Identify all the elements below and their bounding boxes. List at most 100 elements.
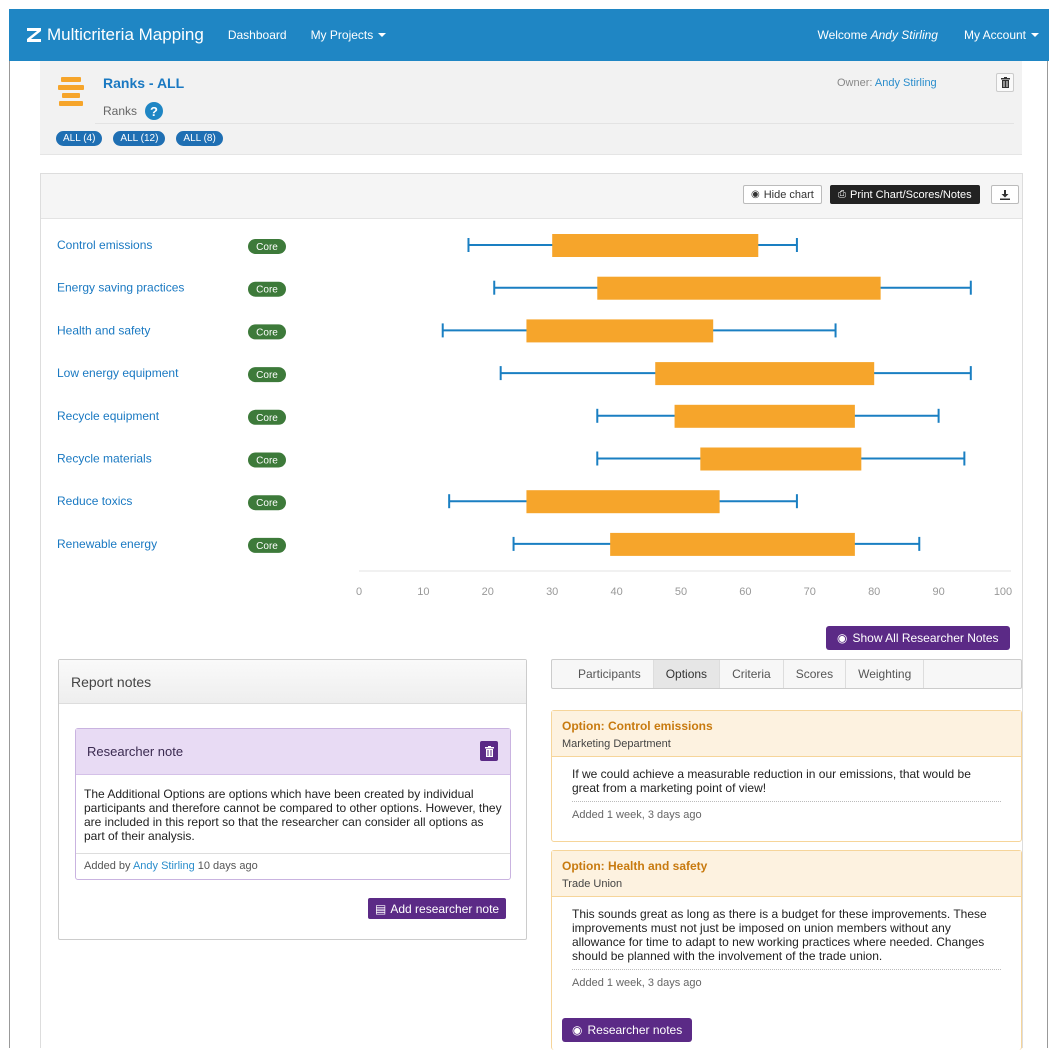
added-by-prefix: Added by — [84, 860, 131, 872]
filter-pill[interactable]: ALL (4) — [56, 131, 103, 146]
option-label[interactable]: Low energy equipment — [57, 366, 179, 380]
x-tick-label: 10 — [417, 586, 429, 598]
iqr-box — [526, 490, 720, 514]
comment-card: Option: Health and safety Trade Union Th… — [551, 850, 1022, 1050]
iqr-box — [700, 447, 862, 471]
caret-down-icon — [378, 33, 387, 37]
option-label[interactable]: Health and safety — [57, 323, 150, 337]
brand-link[interactable]: Multicriteria Mapping — [27, 25, 204, 45]
researcher-note-body: The Additional Options are options which… — [84, 787, 502, 843]
researcher-note-meta: Added by Andy Stirling 10 days ago — [76, 853, 510, 878]
owner-link[interactable]: Andy Stirling — [875, 77, 937, 89]
trash-icon — [484, 745, 494, 757]
hide-chart-label: Hide chart — [763, 188, 814, 201]
help-icon[interactable]: ? — [145, 102, 164, 120]
core-badge-label: Core — [256, 242, 278, 253]
researcher-note: Researcher note The Additional Options a… — [75, 728, 511, 880]
trash-icon — [1000, 77, 1010, 88]
core-badge-label: Core — [256, 370, 278, 381]
top-navbar: Multicriteria Mapping Dashboard My Proje… — [9, 9, 1049, 61]
iqr-box — [552, 234, 759, 257]
option-label[interactable]: Recycle materials — [57, 452, 152, 466]
page-subtitle: Ranks ? — [103, 102, 164, 120]
add-researcher-note-button[interactable]: ▤ Add researcher note — [368, 898, 507, 919]
eye-icon: ◉ — [837, 631, 848, 645]
delete-report-button[interactable] — [996, 73, 1014, 92]
x-tick-label: 80 — [868, 586, 880, 598]
download-button[interactable] — [991, 185, 1019, 204]
nav-my-projects-label: My Projects — [310, 28, 374, 42]
researcher-notes-label: Researcher notes — [587, 1023, 683, 1037]
hide-chart-button[interactable]: ◉ Hide chart — [743, 185, 822, 204]
comment-card-title: Option: Control emissions — [562, 719, 713, 733]
iqr-box — [526, 319, 714, 343]
iqr-box — [674, 404, 855, 428]
eye-icon: ◉ — [572, 1023, 583, 1037]
chart-panel: ◉ Hide chart ⎙ Print Chart/Scores/Notes … — [40, 173, 1023, 1050]
brand-name: Multicriteria Mapping — [47, 25, 204, 44]
subtitle-text: Ranks — [103, 104, 138, 118]
core-badge-label: Core — [256, 541, 278, 552]
print-icon: ⎙ — [838, 189, 846, 200]
eye-slash-icon: ◉ — [751, 189, 760, 200]
option-label[interactable]: Control emissions — [57, 238, 152, 252]
add-note-label: Add researcher note — [390, 901, 500, 916]
researcher-note-title: Researcher note — [76, 729, 510, 775]
option-label[interactable]: Energy saving practices — [57, 281, 184, 295]
filter-pill[interactable]: ALL (12) — [113, 131, 166, 146]
nav-dashboard[interactable]: Dashboard — [228, 28, 287, 42]
nav-my-account[interactable]: My Account — [964, 28, 1039, 42]
x-tick-label: 40 — [610, 586, 622, 598]
comment-card-body: If we could achieve a measurable reducti… — [552, 757, 1021, 830]
comment-card: Option: Control emissions Marketing Depa… — [551, 710, 1022, 842]
ranks-boxplot-chart: Control emissions Core Energy saving pract… — [57, 234, 1012, 598]
nav-my-account-label: My Account — [963, 28, 1026, 42]
page-title[interactable]: Ranks - ALL — [103, 75, 184, 91]
list-icon: ▤ — [375, 901, 387, 916]
header-divider — [95, 123, 1014, 124]
comment-meta: Added 1 week, 3 days ago — [572, 969, 1001, 998]
comment-meta: Added 1 week, 3 days ago — [572, 801, 1001, 830]
comment-text: If we could achieve a measurable reducti… — [572, 767, 971, 795]
ranks-icon — [58, 77, 84, 107]
core-badge-label: Core — [256, 413, 278, 424]
researcher-notes-button[interactable]: ◉ Researcher notes — [562, 1018, 693, 1042]
x-tick-label: 30 — [546, 586, 558, 598]
chart-toolbar: ◉ Hide chart ⎙ Print Chart/Scores/Notes — [41, 174, 1022, 219]
core-badge-label: Core — [256, 498, 278, 509]
core-badge-label: Core — [256, 456, 278, 467]
iqr-box — [610, 532, 855, 556]
comment-card-header: Option: Control emissions Marketing Depa… — [552, 711, 1021, 757]
print-button[interactable]: ⎙ Print Chart/Scores/Notes — [830, 185, 980, 204]
x-tick-label: 60 — [739, 586, 751, 598]
print-label: Print Chart/Scores/Notes — [850, 188, 972, 201]
filter-pills: ALL (4) ALL (12) ALL (8) — [56, 131, 223, 146]
brand-logo-icon — [27, 28, 41, 42]
iqr-box — [655, 362, 875, 386]
welcome-user: Andy Stirling — [870, 28, 938, 42]
nav-my-projects[interactable]: My Projects — [311, 28, 387, 42]
option-label[interactable]: Renewable energy — [57, 537, 157, 551]
tab-participants[interactable]: Participants — [566, 660, 654, 688]
option-label[interactable]: Recycle equipment — [57, 409, 160, 423]
tab-scores[interactable]: Scores — [784, 660, 847, 688]
tab-weighting[interactable]: Weighting — [846, 660, 925, 688]
comment-card-group: Trade Union — [562, 878, 623, 890]
owner-info: Owner: Andy Stirling — [837, 77, 937, 89]
tab-criteria[interactable]: Criteria — [720, 660, 784, 688]
comment-text: This sounds great as long as there is a … — [572, 907, 987, 963]
welcome-text: Welcome Andy Stirling — [817, 28, 938, 42]
option-label[interactable]: Reduce toxics — [57, 494, 132, 508]
x-tick-label: 100 — [994, 586, 1012, 598]
x-tick-label: 90 — [932, 586, 944, 598]
x-tick-label: 70 — [804, 586, 816, 598]
comment-card-header: Option: Health and safety Trade Union — [552, 851, 1021, 897]
added-by-suffix: 10 days ago — [197, 860, 258, 872]
detail-tabs: Participants Options Criteria Scores Wei… — [551, 659, 1022, 689]
added-by-link[interactable]: Andy Stirling — [133, 860, 195, 872]
tab-options[interactable]: Options — [653, 660, 721, 688]
delete-note-button[interactable] — [480, 741, 498, 761]
show-all-researcher-notes-button[interactable]: ◉ Show All Researcher Notes — [826, 626, 1010, 650]
core-badge-label: Core — [256, 327, 278, 338]
filter-pill[interactable]: ALL (8) — [176, 131, 223, 146]
